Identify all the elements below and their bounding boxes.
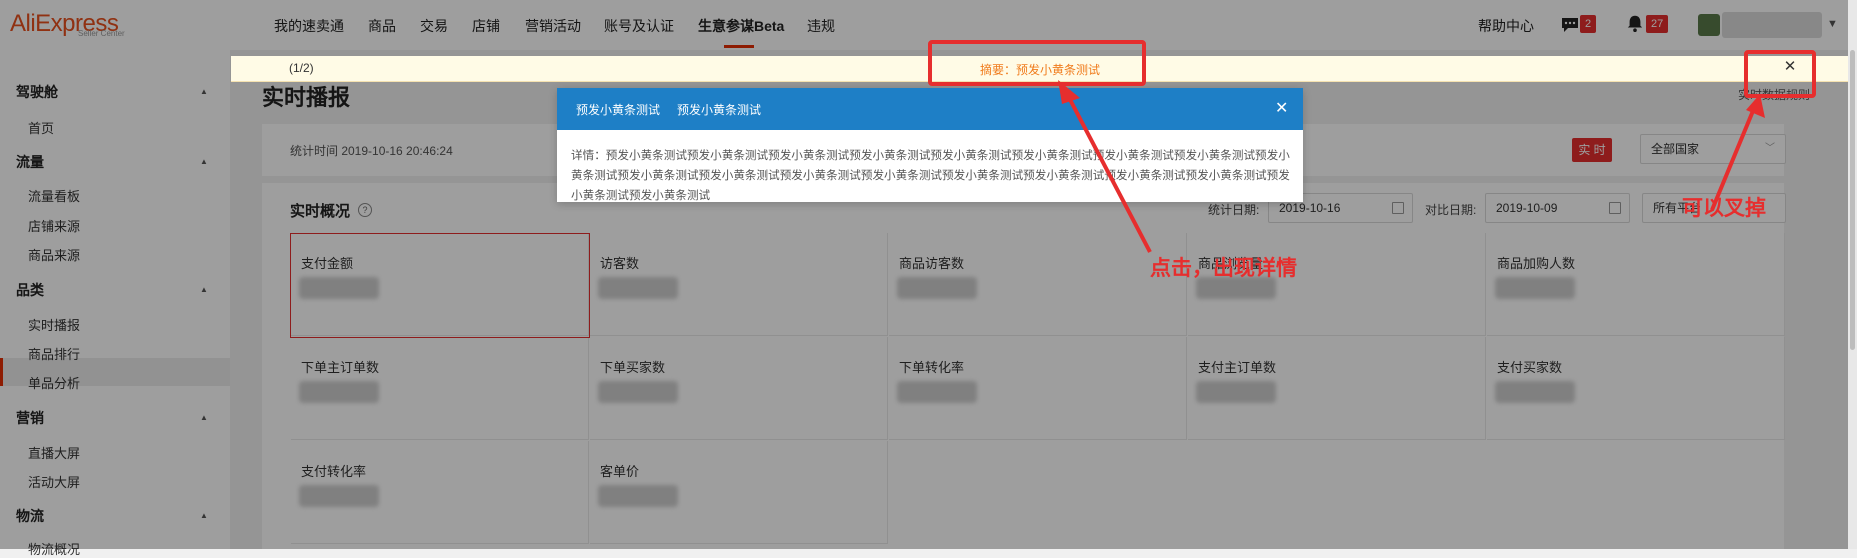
scrollbar-thumb[interactable]	[1850, 50, 1855, 350]
annotation-close-text: 可以叉掉	[1682, 197, 1766, 220]
annotation-arrows	[1058, 80, 1765, 253]
annotation-click-text: 点击，出现详情	[1150, 257, 1297, 280]
